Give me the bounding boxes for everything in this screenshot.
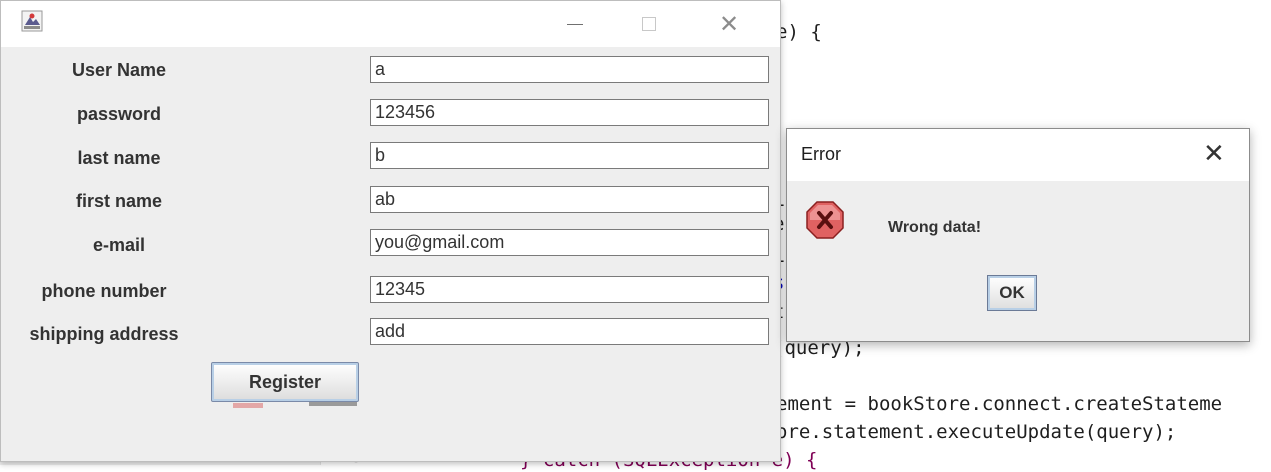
code-line: e) {: [776, 21, 822, 43]
shipping-address-label: shipping address: [29, 324, 179, 344]
close-button[interactable]: ✕: [701, 7, 757, 41]
email-input[interactable]: [370, 229, 769, 256]
dialog-title: Error: [801, 144, 841, 164]
code-line: ement = bookStore.connect.createStateme: [776, 393, 1223, 415]
java-app-icon: [21, 10, 43, 32]
error-x-octagon-icon: [806, 201, 844, 239]
window-titlebar[interactable]: ✕: [1, 1, 780, 47]
email-label: e-mail: [92, 235, 146, 255]
first-name-label: first name: [75, 191, 163, 211]
register-button[interactable]: Register: [211, 362, 359, 402]
phone-number-input[interactable]: [370, 276, 769, 303]
password-input[interactable]: [370, 99, 769, 126]
first-name-input[interactable]: [370, 186, 769, 213]
underlying-marker: [309, 402, 357, 406]
registration-window: ✕ User Name password last name first nam…: [0, 0, 781, 462]
dialog-close-button[interactable]: ✕: [1203, 139, 1225, 169]
dialog-titlebar[interactable]: Error ✕: [787, 129, 1249, 181]
maximize-button[interactable]: [621, 7, 677, 41]
user-name-label: User Name: [71, 60, 167, 80]
password-label: password: [76, 104, 162, 124]
error-dialog: Error ✕ Wrong data! OK: [786, 128, 1250, 342]
last-name-label: last name: [77, 148, 161, 168]
error-message: Wrong data!: [888, 219, 982, 236]
shipping-address-input[interactable]: [370, 318, 769, 345]
phone-number-label: phone number: [41, 281, 167, 301]
close-icon: ✕: [718, 10, 740, 38]
code-line: ore.statement.executeUpdate(query);: [776, 421, 1177, 443]
ok-button[interactable]: OK: [987, 275, 1037, 311]
minimize-button[interactable]: [547, 7, 603, 41]
last-name-input[interactable]: [370, 142, 769, 169]
underlying-marker: [233, 403, 263, 408]
user-name-input[interactable]: [370, 56, 769, 83]
